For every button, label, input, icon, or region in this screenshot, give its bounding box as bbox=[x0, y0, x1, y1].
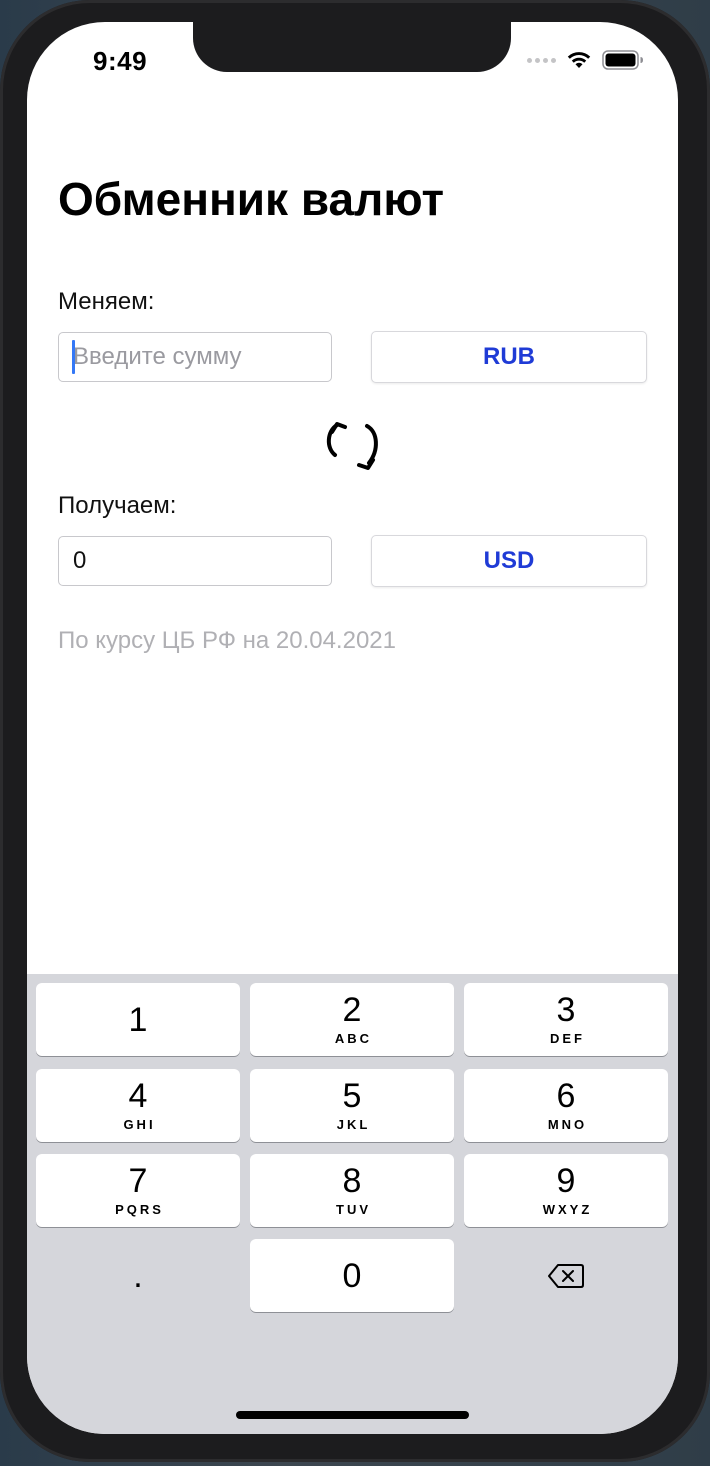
home-indicator[interactable] bbox=[236, 1411, 469, 1419]
to-currency-button[interactable]: USD bbox=[371, 535, 647, 587]
backspace-icon bbox=[548, 1263, 584, 1288]
key-letters: TUV bbox=[336, 1202, 371, 1217]
key-digit: 1 bbox=[128, 1000, 148, 1039]
key-3[interactable]: 3 DEF bbox=[464, 983, 668, 1056]
key-decimal[interactable]: . bbox=[36, 1239, 240, 1312]
phone-screen: 9:49 Обменник валют Меняем: RUB bbox=[27, 22, 678, 1434]
key-4[interactable]: 4 GHI bbox=[36, 1069, 240, 1142]
from-currency-button[interactable]: RUB bbox=[371, 331, 647, 383]
key-digit: 8 bbox=[342, 1162, 362, 1200]
cellular-signal-icon bbox=[527, 57, 556, 63]
status-icons bbox=[527, 50, 644, 70]
key-letters: ABC bbox=[334, 1031, 373, 1046]
key-letters: JKL bbox=[336, 1117, 371, 1132]
wifi-icon bbox=[567, 52, 591, 68]
key-9[interactable]: 9 WXYZ bbox=[464, 1154, 668, 1227]
status-time: 9:49 bbox=[93, 46, 148, 76]
key-digit: 3 bbox=[556, 991, 576, 1029]
key-digit: . bbox=[133, 1256, 143, 1295]
key-8[interactable]: 8 TUV bbox=[250, 1154, 454, 1227]
text-caret bbox=[72, 340, 75, 374]
phone-frame: 9:49 Обменник валют Меняем: RUB bbox=[0, 0, 710, 1462]
delete-key[interactable] bbox=[464, 1239, 668, 1312]
key-7[interactable]: 7 PQRS bbox=[36, 1154, 240, 1227]
key-digit: 0 bbox=[342, 1256, 362, 1295]
from-label: Меняем: bbox=[58, 288, 155, 315]
key-digit: 9 bbox=[556, 1162, 576, 1200]
notch bbox=[193, 22, 511, 72]
key-letters: GHI bbox=[123, 1117, 156, 1132]
page-title: Обменник валют bbox=[58, 173, 444, 225]
rate-note: По курсу ЦБ РФ на 20.04.2021 bbox=[58, 627, 396, 654]
battery-icon bbox=[602, 50, 643, 70]
key-letters: WXYZ bbox=[542, 1202, 593, 1217]
numeric-keyboard: 1 2 ABC 3 DEF 4 GHI 5 JKL 6 MNO 7 PQRS 8… bbox=[27, 974, 678, 1434]
key-2[interactable]: 2 ABC bbox=[250, 983, 454, 1056]
key-digit: 4 bbox=[128, 1077, 148, 1115]
swap-arrows-icon[interactable] bbox=[323, 418, 383, 478]
key-digit: 5 bbox=[342, 1077, 362, 1115]
key-digit: 7 bbox=[128, 1162, 148, 1200]
key-5[interactable]: 5 JKL bbox=[250, 1069, 454, 1142]
key-6[interactable]: 6 MNO bbox=[464, 1069, 668, 1142]
key-digit: 6 bbox=[556, 1077, 576, 1115]
key-letters: DEF bbox=[550, 1031, 585, 1046]
key-letters: PQRS bbox=[115, 1202, 164, 1217]
key-0[interactable]: 0 bbox=[250, 1239, 454, 1312]
to-amount-input[interactable] bbox=[58, 536, 332, 586]
to-label: Получаем: bbox=[58, 492, 177, 519]
key-digit: 2 bbox=[342, 991, 362, 1029]
key-letters: MNO bbox=[547, 1117, 588, 1132]
key-1[interactable]: 1 bbox=[36, 983, 240, 1056]
from-amount-input[interactable] bbox=[58, 332, 332, 382]
